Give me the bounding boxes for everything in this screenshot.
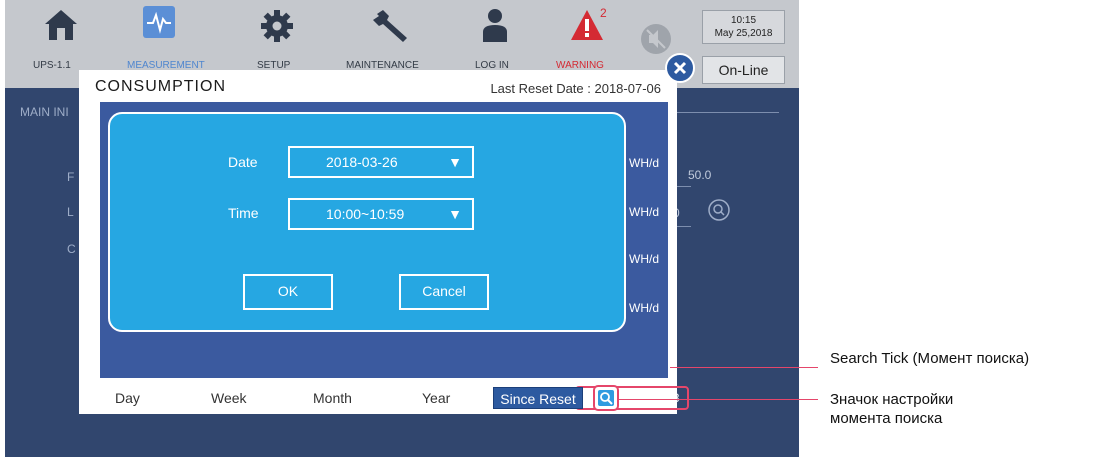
magnifier-icon [708,199,730,221]
unit-label: WH/d [629,205,659,219]
time-label: Time [228,205,259,221]
dialog-title: CONSUMPTION [95,78,226,95]
clock-time: 10:15 [730,15,757,26]
ups-screen: UPS-1.1 MEASUREMENT SETUP MAINTENANCE LO… [5,0,799,457]
annotation-line-search-icon [619,399,818,400]
unit-label: WH/d [629,252,659,266]
tab-week[interactable]: Week [211,390,247,406]
waveform-icon [147,11,171,34]
value-1: 50.0 [688,168,712,182]
magnifier-button[interactable] [707,198,731,227]
close-icon [673,61,687,75]
dropdown-arrow-icon: ▼ [448,154,462,170]
clock-display: 10:15 May 25,2018 [702,10,785,44]
annotation-search-tick: Search Tick (Момент поиска) [830,350,1030,367]
dropdown-arrow-icon: ▼ [448,206,462,222]
ok-button[interactable]: OK [243,274,333,310]
last-reset-date: Last Reset Date : 2018-07-06 [490,81,661,96]
search-tick-settings-button[interactable] [593,385,619,411]
tab-day[interactable]: Day [115,390,140,406]
date-label: Date [228,154,258,170]
dialog-content-area: Date 2018-03-26 ▼ Time 10:00~10:59 ▼ OK … [100,102,689,410]
row-label-f: F [67,170,75,184]
gear-icon [261,10,293,42]
unit-label: WH/d [629,301,659,315]
nav-item-maintenance[interactable] [331,8,451,44]
time-value: 10:00~10:59 [326,206,405,222]
user-icon [483,9,507,42]
nav-label-home: UPS-1.1 [33,60,71,71]
close-dialog-button[interactable] [665,53,695,83]
nav-item-warning[interactable] [527,8,647,42]
period-tabs: Day Week Month Year Since Reset [79,384,677,414]
row-label-l: L [67,205,74,219]
warning-count-badge: 2 [600,6,607,20]
tab-since-reset[interactable]: Since Reset [493,387,583,409]
tab-month[interactable]: Month [313,390,352,406]
divider-line [665,112,779,113]
nav-item-setup[interactable] [217,8,337,44]
mute-icon [641,24,671,54]
status-indicator: On-Line [702,56,785,84]
wrench-icon [373,10,407,42]
annotation-line-search-tick [670,367,818,368]
home-icon [45,10,77,40]
annotation-search-icon-line2: момента поиска [830,410,943,427]
cancel-button[interactable]: Cancel [399,274,489,310]
nav-item-measurement[interactable] [143,6,175,38]
search-icon [600,392,613,405]
unit-label: WH/d [629,156,659,170]
tab-year[interactable]: Year [422,390,450,406]
consumption-dialog: CONSUMPTION Last Reset Date : 2018-07-06… [79,70,689,414]
nav-item-home[interactable] [5,8,121,42]
clock-date: May 25,2018 [714,28,773,39]
annotation-search-icon-line1: Значок настройки [830,391,954,408]
search-form-panel: Date 2018-03-26 ▼ Time 10:00~10:59 ▼ OK … [108,112,626,332]
annotation-search-icon: Значок настройки момента поиска [830,390,953,428]
main-input-label: MAIN INI [20,105,69,119]
time-select[interactable]: 10:00~10:59 ▼ [288,198,474,230]
row-label-c: C [67,242,76,256]
date-value: 2018-03-26 [326,154,398,170]
date-select[interactable]: 2018-03-26 ▼ [288,146,474,178]
